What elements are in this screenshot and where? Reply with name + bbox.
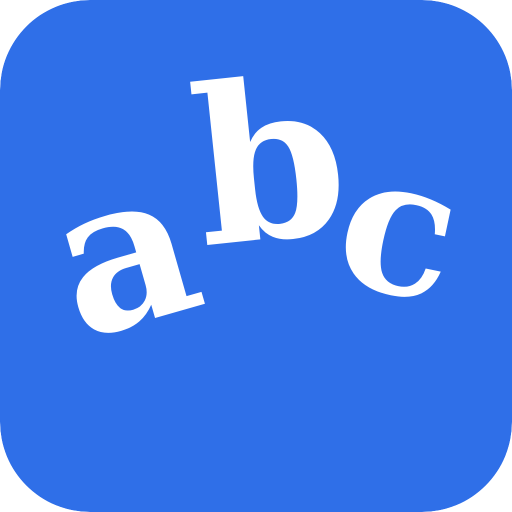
letter-b: b [181,27,358,297]
abc-app-icon[interactable]: a b c [0,0,512,512]
